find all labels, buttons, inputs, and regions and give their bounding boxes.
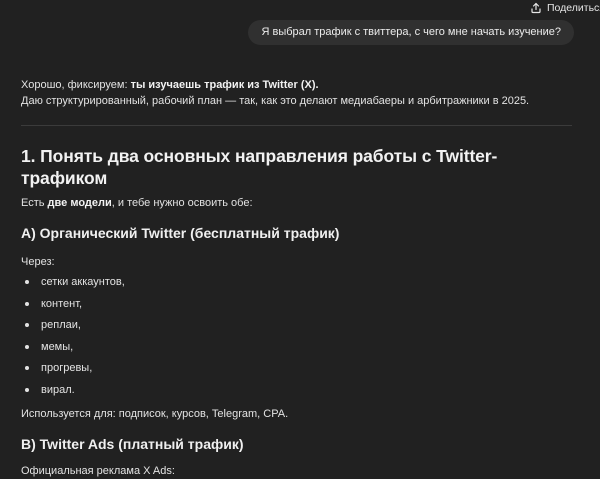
through-label: Через:	[21, 256, 55, 268]
share-label: Поделиться	[547, 2, 600, 14]
share-button[interactable]: Поделиться	[530, 0, 600, 16]
list-item: мемы,	[21, 339, 577, 361]
lead-bold: две модели	[47, 197, 112, 209]
list-item: прогревы,	[21, 360, 577, 382]
share-icon	[530, 2, 542, 14]
list-item: вирал.	[21, 382, 577, 404]
divider	[21, 125, 572, 126]
lead-prefix: Есть	[21, 197, 48, 209]
subsection-b-heading: B) Twitter Ads (платный трафик)	[21, 436, 244, 452]
section-1-lead: Есть две модели, и тебе нужно освоить об…	[21, 195, 577, 211]
intro-line-2: Даю структурированный, рабочий план — та…	[21, 95, 530, 107]
ads-line: Официальная реклама X Ads:	[21, 465, 175, 477]
usage-line: Используется для: подписок, курсов, Tele…	[21, 408, 289, 420]
list-item: реплаи,	[21, 317, 577, 339]
list-item: контент,	[21, 296, 577, 318]
intro-prefix: Хорошо, фиксируем:	[21, 79, 131, 91]
intro-bold: ты изучаешь трафик из Twitter (X).	[130, 79, 319, 91]
assistant-response: Хорошо, фиксируем: ты изучаешь трафик из…	[21, 77, 577, 479]
channels-list: сетки аккаунтов, контент, реплаи, мемы, …	[21, 274, 577, 403]
intro-line-1: Хорошо, фиксируем: ты изучаешь трафик из…	[21, 77, 577, 93]
section-1-heading: 1. Понять два основных направления работ…	[21, 146, 498, 188]
user-message-bubble: Я выбрал трафик с твиттера, с чего мне н…	[248, 20, 574, 45]
list-item: сетки аккаунтов,	[21, 274, 577, 296]
lead-suffix: , и тебе нужно освоить обе:	[111, 197, 253, 209]
subsection-a-heading: A) Органический Twitter (бесплатный траф…	[21, 225, 340, 241]
